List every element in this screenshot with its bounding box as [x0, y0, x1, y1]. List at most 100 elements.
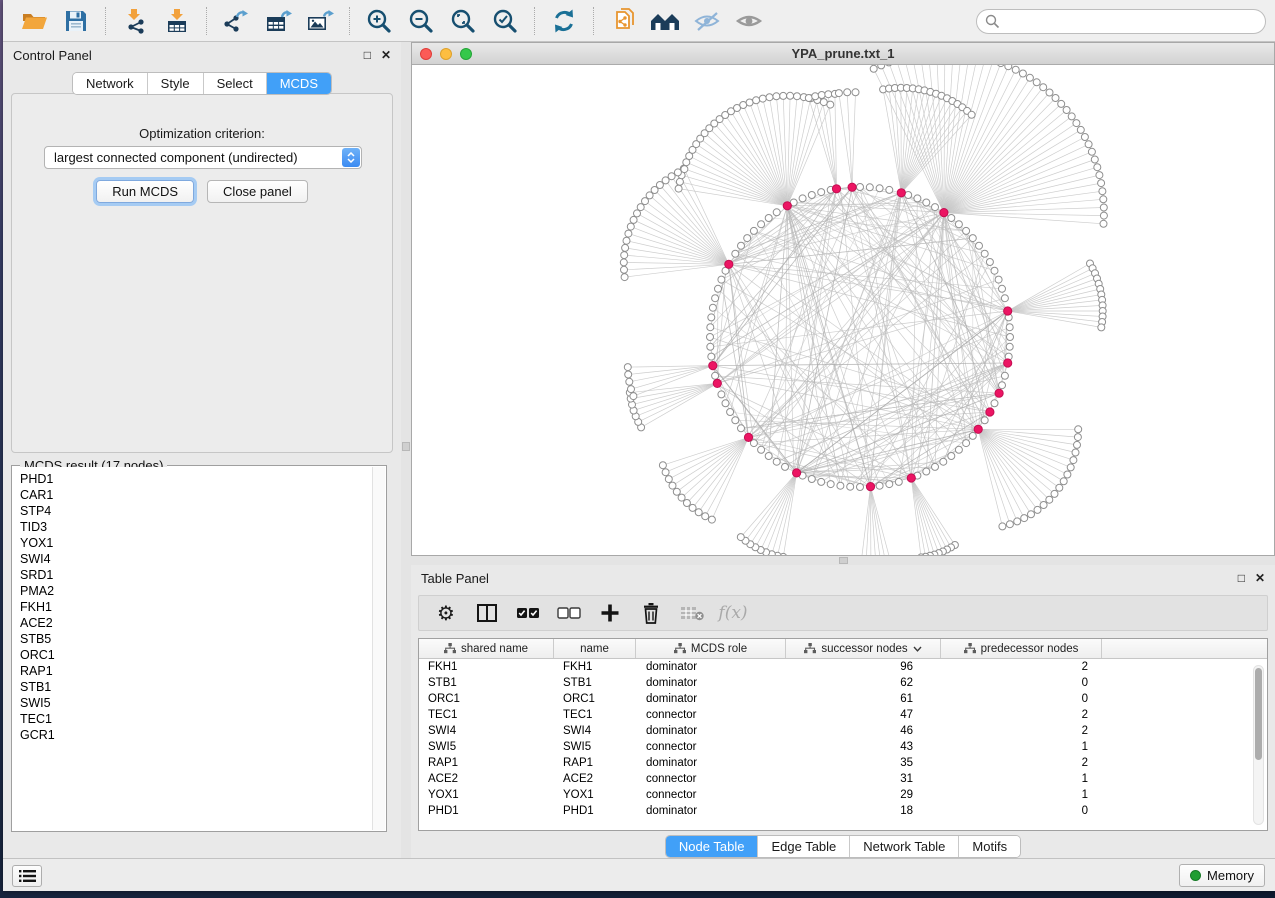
network-graph[interactable]	[412, 65, 1274, 555]
graph-node[interactable]	[848, 183, 856, 191]
graph-node[interactable]	[1052, 95, 1059, 102]
graph-node[interactable]	[981, 417, 988, 424]
graph-node[interactable]	[963, 227, 970, 234]
graph-node[interactable]	[750, 227, 757, 234]
graph-node[interactable]	[732, 250, 739, 257]
graph-node[interactable]	[773, 93, 780, 100]
graph-node[interactable]	[1094, 164, 1101, 171]
graph-node[interactable]	[782, 463, 789, 470]
graph-node[interactable]	[627, 223, 634, 230]
graph-node[interactable]	[885, 65, 892, 66]
graph-node[interactable]	[1100, 204, 1107, 211]
graph-node[interactable]	[738, 242, 745, 249]
graph-node[interactable]	[799, 195, 806, 202]
vertical-splitter[interactable]	[401, 42, 411, 858]
graph-node[interactable]	[818, 478, 825, 485]
graph-node[interactable]	[940, 209, 948, 217]
status-menu-button[interactable]	[12, 865, 42, 887]
mcds-result-item[interactable]: SWI4	[20, 551, 372, 567]
duplicate-network-button[interactable]	[608, 6, 638, 36]
open-file-button[interactable]	[19, 6, 49, 36]
graph-node[interactable]	[837, 482, 844, 489]
graph-node[interactable]	[1012, 66, 1019, 73]
graph-node[interactable]	[852, 89, 859, 96]
graph-node[interactable]	[662, 469, 669, 476]
graph-node[interactable]	[712, 372, 719, 379]
graph-node[interactable]	[832, 185, 840, 193]
graph-node[interactable]	[1072, 449, 1079, 456]
graph-node[interactable]	[857, 184, 864, 191]
first-neighbors-button[interactable]	[650, 6, 680, 36]
graph-node[interactable]	[621, 274, 628, 281]
graph-node[interactable]	[932, 463, 939, 470]
table-row[interactable]: PHD1PHD1dominator180	[419, 803, 1267, 819]
mcds-result-item[interactable]: CAR1	[20, 487, 372, 503]
mcds-result-item[interactable]: ACE2	[20, 615, 372, 631]
graph-node[interactable]	[708, 353, 715, 360]
select-all-button[interactable]	[515, 600, 541, 626]
graph-node[interactable]	[1068, 113, 1075, 120]
graph-node[interactable]	[835, 90, 842, 97]
show-all-button[interactable]	[734, 6, 764, 36]
close-panel-button[interactable]: Close panel	[207, 180, 308, 203]
tab-motifs[interactable]: Motifs	[958, 836, 1020, 857]
graph-node[interactable]	[878, 65, 885, 69]
graph-node[interactable]	[1004, 307, 1012, 315]
table-row[interactable]: SWI5SWI5connector431	[419, 739, 1267, 755]
graph-node[interactable]	[805, 95, 812, 102]
column-header-successor-nodes[interactable]: successor nodes	[786, 639, 941, 658]
zoom-selected-button[interactable]	[490, 6, 520, 36]
graph-node[interactable]	[668, 173, 675, 180]
mcds-result-item[interactable]: ORC1	[20, 647, 372, 663]
graph-node[interactable]	[1077, 126, 1084, 133]
graph-node[interactable]	[847, 483, 854, 490]
graph-node[interactable]	[876, 185, 883, 192]
graph-node[interactable]	[678, 494, 685, 501]
graph-node[interactable]	[1074, 441, 1081, 448]
graph-node[interactable]	[1073, 120, 1080, 127]
graph-node[interactable]	[746, 99, 753, 106]
graph-node[interactable]	[1075, 426, 1082, 433]
graph-node[interactable]	[1028, 511, 1035, 518]
graph-node[interactable]	[886, 186, 893, 193]
graph-node[interactable]	[1091, 156, 1098, 163]
add-column-button[interactable]	[597, 600, 623, 626]
graph-node[interactable]	[630, 216, 637, 223]
float-panel-icon[interactable]: □	[1238, 572, 1245, 584]
graph-node[interactable]	[1096, 172, 1103, 179]
graph-node[interactable]	[765, 453, 772, 460]
graph-node[interactable]	[1060, 478, 1067, 485]
graph-node[interactable]	[844, 89, 851, 96]
graph-node[interactable]	[683, 500, 690, 507]
graph-node[interactable]	[812, 93, 819, 100]
graph-node[interactable]	[783, 202, 791, 210]
mcds-result-item[interactable]: YOX1	[20, 535, 372, 551]
graph-node[interactable]	[709, 304, 716, 311]
mcds-result-item[interactable]: TID3	[20, 519, 372, 535]
tab-network[interactable]: Network	[73, 73, 147, 94]
graph-node[interactable]	[738, 425, 745, 432]
mcds-result-item[interactable]: PMA2	[20, 583, 372, 599]
graph-node[interactable]	[1033, 79, 1040, 86]
mcds-result-item[interactable]: RAP1	[20, 663, 372, 679]
close-panel-icon[interactable]: ✕	[1255, 572, 1265, 584]
column-header-predecessor-nodes[interactable]: predecessor nodes	[941, 639, 1102, 658]
graph-node[interactable]	[827, 101, 834, 108]
graph-node[interactable]	[674, 169, 681, 176]
graph-node[interactable]	[876, 482, 883, 489]
graph-node[interactable]	[995, 389, 1003, 397]
graph-node[interactable]	[707, 324, 714, 331]
table-scrollbar[interactable]	[1253, 665, 1264, 825]
graph-node[interactable]	[974, 425, 982, 433]
graph-node[interactable]	[1056, 484, 1063, 491]
hide-selected-button[interactable]	[692, 6, 722, 36]
function-builder-button[interactable]: f(x)	[720, 600, 746, 626]
network-window-titlebar[interactable]: YPA_prune.txt_1	[412, 43, 1274, 65]
table-row[interactable]: RAP1RAP1dominator352	[419, 755, 1267, 771]
column-header-shared-name[interactable]: shared name	[419, 639, 554, 658]
graph-node[interactable]	[676, 178, 683, 185]
table-settings-button[interactable]: ⚙	[433, 600, 459, 626]
float-panel-icon[interactable]: □	[364, 49, 371, 61]
graph-node[interactable]	[1100, 220, 1107, 227]
graph-node[interactable]	[681, 166, 688, 173]
